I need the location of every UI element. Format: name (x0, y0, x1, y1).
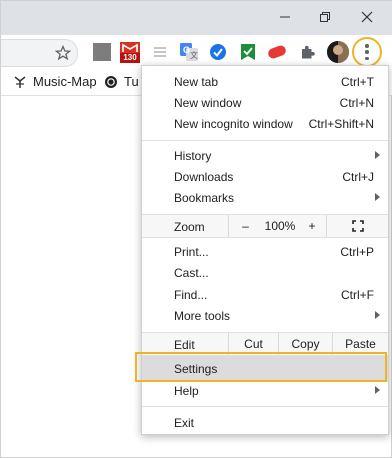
menu-item-shortcut: Ctrl+F (341, 288, 374, 302)
green-flag-extension[interactable] (239, 43, 257, 61)
zoom-level: 100% (262, 215, 298, 237)
menu-item-label: Downloads (174, 170, 234, 184)
submenu-arrow-icon (375, 386, 380, 394)
close-icon (361, 11, 373, 23)
submenu-arrow-icon (375, 193, 380, 201)
menu-item-label: Help (174, 384, 199, 398)
spiral-icon (105, 75, 117, 88)
menu-item-label: Print... (174, 245, 209, 259)
zoom-out-button[interactable]: – (228, 215, 262, 237)
menu-item-label: Exit (174, 416, 195, 430)
menu-item-label: History (174, 149, 212, 163)
svg-text:文: 文 (190, 50, 198, 60)
zoom-in-button[interactable]: + (298, 215, 326, 237)
menu-item-label: More tools (174, 309, 231, 323)
toolbar: 130 G 文 (1, 35, 392, 69)
zoom-plus-label: + (308, 219, 316, 233)
settings-highlight (135, 352, 387, 382)
minimize-icon (280, 16, 290, 18)
menu-item-find[interactable]: Find... Ctrl+F (142, 284, 388, 305)
restore-icon (320, 12, 330, 22)
zoom-label: Zoom (174, 220, 205, 234)
cut-label: Cut (244, 337, 263, 351)
menu-item-shortcut: Ctrl+Shift+N (308, 117, 374, 131)
menu-separator (142, 140, 388, 141)
menu-item-label: Cast... (174, 266, 209, 280)
zoom-minus-label: – (242, 219, 249, 233)
menu-item-shortcut: Ctrl+T (341, 75, 374, 89)
bookmark-label: Music-Map (33, 74, 97, 89)
submenu-arrow-icon (375, 151, 380, 159)
pill-icon (268, 45, 286, 59)
menu-separator (142, 406, 388, 407)
gmail-badge: 130 (120, 53, 140, 63)
menu-item-label: New tab (174, 75, 219, 89)
copy-label: Copy (291, 337, 320, 351)
menu-item-shortcut: Ctrl+N (339, 96, 374, 110)
blue-check-extension[interactable] (209, 43, 227, 61)
browser-window: 130 G 文 Music-Map Tu New tab Ctrl+T New … (0, 0, 392, 458)
menu-item-cast[interactable]: Cast... (142, 262, 388, 283)
bookmark-label: Tu (124, 74, 139, 89)
flag-icon (241, 44, 255, 60)
zoom-row: Zoom – 100% + (142, 214, 388, 238)
title-bar (1, 1, 392, 35)
paste-label: Paste (345, 337, 376, 351)
fullscreen-button[interactable] (326, 215, 388, 237)
menu-item-exit[interactable]: Exit (142, 412, 388, 433)
menu-item-label: New incognito window (174, 117, 293, 131)
check-icon (210, 44, 226, 60)
stack-icon (154, 47, 166, 57)
minimize-button[interactable] (263, 1, 307, 33)
gmail-extension[interactable]: 130 (120, 41, 140, 63)
menu-item-shortcut: Ctrl+P (340, 245, 374, 259)
translate-icon: G 文 (180, 43, 198, 61)
menu-item-print[interactable]: Print... Ctrl+P (142, 241, 388, 262)
menu-item-new-tab[interactable]: New tab Ctrl+T (142, 71, 388, 92)
menu-item-label: Bookmarks (174, 191, 235, 205)
svg-text:G: G (183, 45, 190, 55)
address-bar[interactable] (1, 39, 78, 67)
menu-item-label: Find... (174, 288, 208, 302)
menu-item-downloads[interactable]: Downloads Ctrl+J (142, 166, 388, 187)
music-map-icon (14, 75, 26, 88)
bookmark-music-map[interactable]: Music-Map (13, 74, 97, 89)
menu-item-shortcut: Ctrl+J (342, 170, 374, 184)
red-pill-extension[interactable] (267, 43, 286, 61)
star-icon[interactable] (55, 45, 71, 61)
grey-square-extension[interactable] (93, 43, 111, 61)
edit-label: Edit (174, 338, 195, 352)
menu-item-new-window[interactable]: New window Ctrl+N (142, 92, 388, 113)
avatar-icon (327, 41, 349, 63)
menu-item-new-incognito-window[interactable]: New incognito window Ctrl+Shift+N (142, 113, 388, 134)
stack-extension[interactable] (151, 43, 169, 61)
kebab-icon[interactable] (361, 42, 373, 62)
restore-button[interactable] (303, 1, 347, 33)
menu-item-label: New window (174, 96, 242, 110)
menu-item-bookmarks[interactable]: Bookmarks (142, 187, 388, 208)
bookmark-tu[interactable]: Tu (104, 74, 139, 89)
fullscreen-icon (351, 220, 364, 232)
menu-item-help[interactable]: Help (142, 380, 388, 401)
zoom-value: 100% (264, 219, 296, 233)
puzzle-extensions[interactable] (299, 43, 317, 61)
close-button[interactable] (345, 1, 389, 33)
menu-item-more-tools[interactable]: More tools (142, 305, 388, 326)
puzzle-icon (302, 45, 315, 59)
translate-extension[interactable]: G 文 (180, 43, 198, 61)
profile-avatar[interactable] (327, 41, 349, 63)
submenu-arrow-icon (375, 311, 380, 319)
menu-item-history[interactable]: History (142, 145, 388, 166)
